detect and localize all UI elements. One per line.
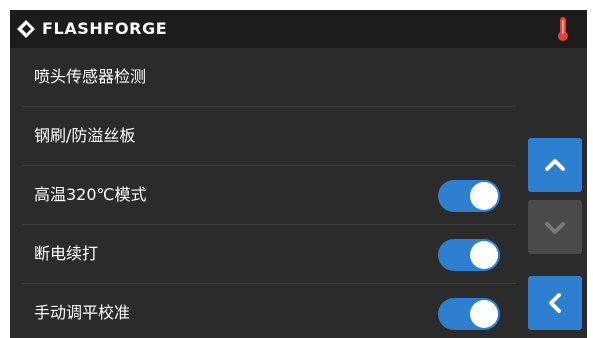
row-label: 喷头传感器检测	[34, 67, 147, 86]
settings-row-wiper[interactable]: 钢刷/防溢丝板	[22, 107, 516, 166]
row-label: 高温320℃模式	[34, 185, 147, 204]
power-resume-toggle[interactable]	[438, 239, 500, 271]
brand-name: FLASHFORGE	[42, 19, 168, 38]
settings-row-nozzle-sensor[interactable]: 喷头传感器检测	[22, 48, 516, 107]
toggle-knob	[470, 241, 498, 269]
top-bar: FLASHFORGE	[10, 10, 587, 48]
scroll-down-button[interactable]	[528, 200, 582, 254]
settings-row-manual-leveling: 手动调平校准	[22, 284, 516, 338]
row-label: 钢刷/防溢丝板	[34, 126, 136, 145]
toggle-knob	[470, 300, 498, 328]
chevron-down-icon	[545, 222, 565, 234]
printer-screen: FLASHFORGE 喷头传感器检测 钢刷/防溢丝板 高温320℃模式 断电续打	[10, 10, 587, 338]
high-temp-toggle[interactable]	[438, 180, 500, 212]
back-button[interactable]	[528, 276, 582, 330]
row-label: 手动调平校准	[34, 303, 131, 322]
flashforge-logo-icon	[17, 20, 35, 38]
toggle-knob	[470, 182, 498, 210]
chevron-up-icon	[545, 159, 565, 171]
row-label: 断电续打	[34, 244, 99, 263]
chevron-left-icon	[549, 293, 561, 313]
settings-row-high-temp: 高温320℃模式	[22, 166, 516, 225]
thermometer-icon[interactable]	[557, 16, 569, 42]
manual-leveling-toggle[interactable]	[438, 298, 500, 330]
settings-row-power-resume: 断电续打	[22, 225, 516, 284]
settings-list: 喷头传感器检测 钢刷/防溢丝板 高温320℃模式 断电续打 手动调平校准	[22, 48, 516, 338]
scroll-up-button[interactable]	[528, 138, 582, 192]
